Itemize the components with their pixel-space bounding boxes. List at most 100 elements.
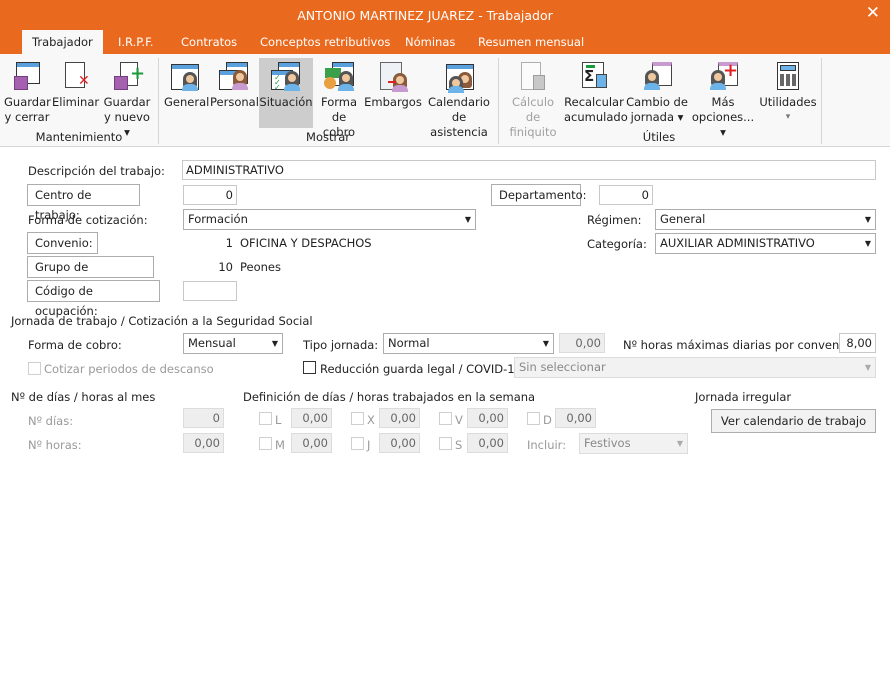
garnishment-icon (378, 62, 408, 92)
horas-input: 0,00 (183, 433, 224, 453)
chevron-down-icon: ▼ (864, 239, 871, 248)
worker-personal-icon (219, 62, 249, 92)
tab-conceptos-retributivos[interactable]: Conceptos retributivos (250, 30, 400, 54)
mes-section-title: Nº de días / horas al mes (11, 390, 156, 404)
convenio-number[interactable]: 1 (183, 233, 237, 253)
recalcular-acumulado-button[interactable]: Σ Recalcular acumulado (564, 58, 628, 128)
codigo-ocupacion-input[interactable] (183, 281, 237, 301)
tab-trabajador[interactable]: Trabajador (22, 30, 103, 54)
lunes-input: 0,00 (291, 408, 332, 428)
save-new-icon: + (112, 62, 145, 92)
departamento-button[interactable]: Departamento: (491, 184, 587, 206)
eliminar-button[interactable]: ✕ Eliminar (52, 58, 99, 128)
chevron-down-icon: ▼ (864, 215, 871, 224)
forma-cobro-label: Forma de cobro: (28, 338, 122, 352)
horas-maximas-label: Nº horas máximas diarias por convenio: (623, 338, 854, 352)
worker-situation-icon: ✓ ✓ ✓ (271, 62, 301, 92)
lunes-checkbox[interactable] (259, 412, 272, 425)
sabado-label: S (455, 438, 463, 452)
martes-checkbox[interactable] (259, 437, 272, 450)
tab-nominas[interactable]: Nóminas (395, 30, 465, 54)
jornada-irregular-title: Jornada irregular (695, 390, 792, 404)
domingo-label: D (543, 413, 552, 427)
domingo-checkbox[interactable] (527, 412, 540, 425)
sabado-checkbox[interactable] (439, 437, 452, 450)
viernes-input: 0,00 (467, 408, 508, 428)
domingo-input: 0,00 (555, 408, 596, 428)
centro-trabajo-button[interactable]: Centro de trabajo: (27, 184, 140, 222)
forma-cobro-button[interactable]: Forma de cobro (316, 58, 362, 139)
guardar-nuevo-button[interactable]: + Guardar y nuevo ▾ (102, 58, 152, 139)
group-utiles: Útiles (642, 130, 676, 144)
recalculate-sum-icon: Σ (579, 62, 609, 92)
grupo-cotizacion-number[interactable]: 10 (183, 257, 237, 277)
chevron-down-icon: ▼ (464, 215, 471, 224)
viernes-checkbox[interactable] (439, 412, 452, 425)
descripcion-label: Descripción del trabajo: (28, 164, 165, 178)
forma-cotizacion-select[interactable]: Formación ▼ (183, 209, 476, 230)
grupo-cotizacion-name: Peones (240, 260, 281, 274)
worker-general-icon (171, 62, 201, 92)
incluir-label: Incluir: (527, 438, 567, 452)
jueves-checkbox[interactable] (351, 437, 364, 450)
delete-document-icon: ✕ (60, 62, 90, 92)
tab-contratos[interactable]: Contratos (171, 30, 247, 54)
calendar-attendance-icon (444, 62, 474, 93)
incluir-select[interactable]: Festivos ▼ (579, 433, 688, 454)
forma-cotizacion-label: Forma de cotización: (28, 213, 148, 227)
sabado-input: 0,00 (467, 433, 508, 453)
tipo-jornada-label: Tipo jornada: (303, 338, 379, 352)
martes-input: 0,00 (291, 433, 332, 453)
centro-trabajo-input[interactable]: 0 (183, 185, 237, 205)
departamento-input[interactable]: 0 (599, 185, 653, 205)
window-title: ANTONIO MARTINEZ JUAREZ - Trabajador (297, 8, 553, 23)
situacion-button[interactable]: ✓ ✓ ✓ Situación (259, 58, 313, 128)
regimen-label: Régimen: (587, 213, 642, 227)
save-close-icon (12, 62, 42, 92)
regimen-select[interactable]: General ▼ (655, 209, 876, 230)
calendario-asistencia-button[interactable]: Calendario de asistencia (424, 58, 494, 139)
jornada-section-title: Jornada de trabajo / Cotización a la Seg… (11, 314, 313, 328)
miercoles-label: X (367, 413, 375, 427)
categoria-label: Categoría: (587, 237, 647, 251)
ver-calendario-button[interactable]: Ver calendario de trabajo (711, 409, 876, 433)
forma-cobro-select[interactable]: Mensual ▼ (183, 333, 283, 354)
tab-irpf[interactable]: I.R.P.F. (108, 30, 164, 54)
horas-maximas-input[interactable]: 8,00 (839, 333, 876, 353)
calculo-finiquito-button[interactable]: Cálculo de finiquito (504, 58, 562, 139)
tab-resumen-mensual[interactable]: Resumen mensual (468, 30, 594, 54)
group-mantenimiento: Mantenimiento (35, 130, 123, 144)
cotizar-descanso-checkbox[interactable] (28, 362, 41, 375)
jueves-label: J (367, 438, 371, 452)
descripcion-input[interactable]: ADMINISTRATIVO (182, 160, 876, 180)
categoria-select[interactable]: AUXILIAR ADMINISTRATIVO ▼ (655, 233, 876, 254)
miercoles-checkbox[interactable] (351, 412, 364, 425)
convenio-name: OFICINA Y DESPACHOS (240, 236, 372, 250)
chevron-down-icon: ▼ (864, 363, 871, 372)
reduccion-select[interactable]: Sin seleccionar ▼ (514, 357, 876, 378)
close-icon[interactable]: ✕ (866, 3, 880, 23)
calculator-icon (773, 62, 803, 92)
ribbon: Guardar y cerrar ✕ Eliminar + Guardar y nu… (0, 54, 890, 147)
group-mostrar: Mostrar (306, 130, 350, 144)
personal-button[interactable]: Personal (210, 58, 259, 128)
horas-label: Nº horas: (28, 438, 82, 452)
codigo-ocupacion-button[interactable]: Código de ocupación: (27, 280, 160, 318)
dias-label: Nº días: (28, 414, 74, 428)
jueves-input: 0,00 (379, 433, 420, 453)
general-button[interactable]: General (164, 58, 209, 128)
cambio-jornada-button[interactable]: Cambio de jornada ▾ (626, 58, 688, 128)
mas-opciones-button[interactable]: + Más opciones... ▾ (690, 58, 756, 140)
reduccion-guarda-checkbox[interactable] (303, 361, 316, 374)
utilidades-button[interactable]: Utilidades ▾ (758, 58, 818, 128)
tipo-jornada-select[interactable]: Normal ▼ (383, 333, 554, 354)
tipo-jornada-value: 0,00 (559, 333, 605, 353)
guardar-cerrar-button[interactable]: Guardar y cerrar (4, 58, 51, 128)
convenio-button[interactable]: Convenio: (27, 232, 98, 254)
change-schedule-icon (642, 62, 672, 92)
chevron-down-icon: ▼ (271, 339, 278, 348)
chevron-down-icon: ▼ (542, 339, 549, 348)
grupo-cotizacion-button[interactable]: Grupo de cotización: (27, 256, 154, 294)
dias-input: 0 (183, 408, 224, 428)
embargos-button[interactable]: Embargos (364, 58, 422, 128)
